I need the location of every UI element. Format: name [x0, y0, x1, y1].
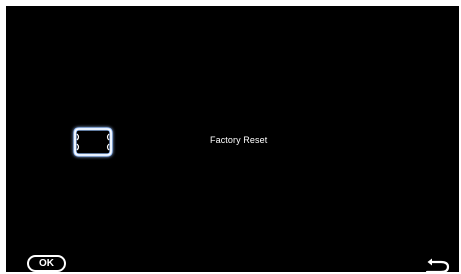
factory-reset-label: Factory Reset: [210, 135, 268, 145]
back-arrow-icon: [424, 257, 452, 272]
factory-reset-option[interactable]: [68, 122, 118, 160]
camera-settings-screen: Factory Reset OK: [6, 6, 459, 272]
ok-button[interactable]: OK: [27, 255, 66, 272]
factory-reset-frame-icon: [68, 122, 118, 160]
back-button[interactable]: [424, 257, 452, 272]
